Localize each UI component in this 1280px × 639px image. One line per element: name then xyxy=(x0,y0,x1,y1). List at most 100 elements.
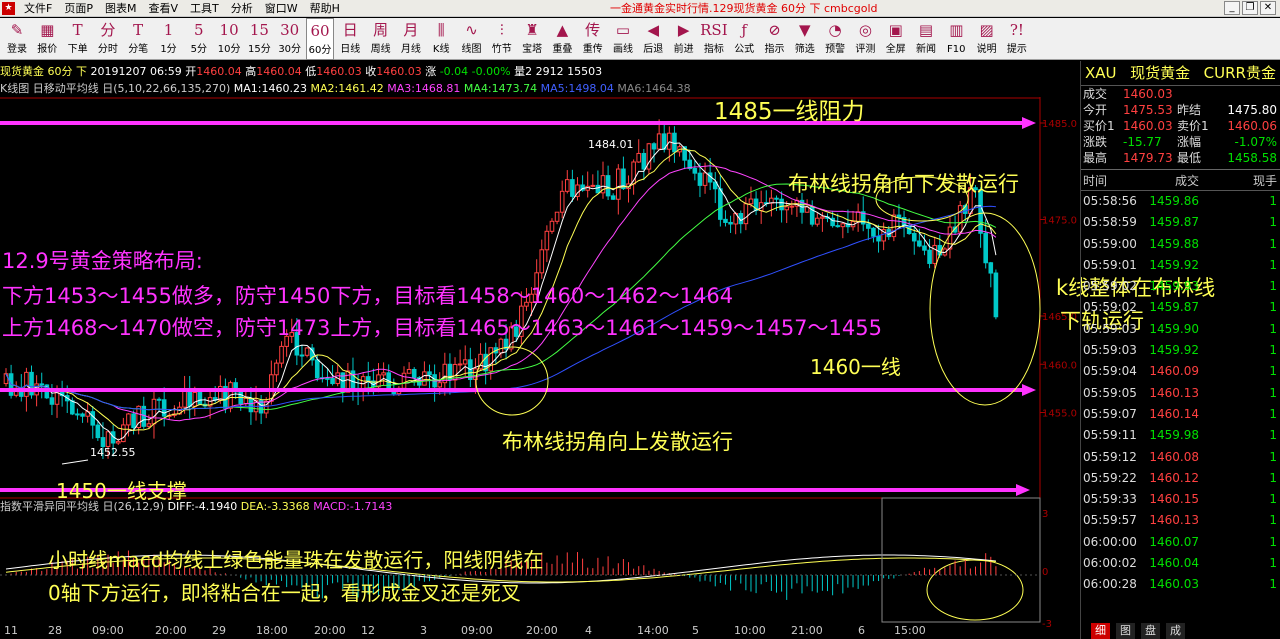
resistance-annotation: 1485一线阻力 xyxy=(714,99,865,125)
candle-body xyxy=(549,220,555,232)
candle-body xyxy=(304,347,310,356)
quote-cell: 今开 xyxy=(1083,103,1108,117)
candle-body xyxy=(636,152,642,163)
trade-list[interactable]: 05:58:56 1459.86 1 05:58:59 1459.87 1 05:59:00… xyxy=(1081,191,1280,596)
trade-row: 05:58:56 1459.86 1 xyxy=(1081,191,1280,212)
candle-body xyxy=(988,262,994,274)
ma6-value: MA6:1464.38 xyxy=(617,82,691,95)
menu-item-7[interactable]: 帮助H xyxy=(310,1,340,16)
x-tick-label: 10:00 xyxy=(734,624,766,637)
x-tick-label: 15:00 xyxy=(894,624,926,637)
trade-cell: 1459.93 xyxy=(1149,279,1199,294)
toolbar-button-9[interactable]: 30 30分 xyxy=(276,18,304,60)
x-tick-label: 6 xyxy=(858,624,865,637)
trade-cell: 1459.88 xyxy=(1149,236,1199,251)
app-window: ★ 文件F 页面P 图表M 查看V 工具T 分析 窗口W 帮助H 一金通黄金实时行情.129现… xyxy=(0,0,1280,639)
toolbar-icon-12: 周 xyxy=(373,21,389,39)
close-icon[interactable]: ✕ xyxy=(1260,1,1276,15)
status-volume: 2 xyxy=(525,65,533,78)
candle-body xyxy=(146,423,152,427)
restore-icon[interactable]: ❐ xyxy=(1242,1,1258,15)
candle-body xyxy=(411,368,417,379)
candle-body xyxy=(115,441,121,444)
trade-cell: 05:59:00 xyxy=(1083,236,1137,251)
trade-row: 05:59:03 1459.90 1 xyxy=(1081,319,1280,340)
quote-cell: 1479.73 xyxy=(1123,151,1173,165)
trade-row: 05:59:01 1459.92 1 xyxy=(1081,255,1280,276)
candle-body xyxy=(957,205,963,233)
menu-item-2[interactable]: 图表M xyxy=(105,1,137,16)
candle-body xyxy=(462,359,468,365)
menu-item-3[interactable]: 查看V xyxy=(148,1,178,16)
macd-value: MACD:-1.7143 xyxy=(313,500,393,513)
app-icon[interactable]: ★ xyxy=(2,2,15,15)
toolbar-icon-15: ∿ xyxy=(465,21,478,39)
sidebar-tab-1[interactable]: 图 xyxy=(1116,623,1135,639)
trade-cell: 1 xyxy=(1269,279,1277,294)
candle-body xyxy=(855,211,861,223)
candle-body xyxy=(274,362,279,376)
toolbar-icon-29: ▣ xyxy=(888,21,903,39)
toolbar-icon-2: T xyxy=(72,21,83,39)
quote-cell xyxy=(1177,86,1219,102)
quote-row: 今开 1475.53 昨结 1475.80 xyxy=(1081,102,1280,118)
menu-item-1[interactable]: 页面P xyxy=(64,1,93,16)
trade-row: 05:59:11 1459.98 1 xyxy=(1081,425,1280,446)
trade-cell: 1460.03 xyxy=(1149,577,1199,592)
candle-body xyxy=(70,400,75,415)
symbol-code: XAU xyxy=(1085,64,1117,82)
candle-body xyxy=(381,372,386,376)
sidebar-tab-3[interactable]: 成 xyxy=(1166,623,1185,639)
quote-cell: 1475.80 xyxy=(1227,103,1277,117)
sidebar-tab-0[interactable]: 细 xyxy=(1091,623,1110,639)
quote-row: 成交 1460.03 xyxy=(1081,86,1280,102)
menu-item-0[interactable]: 文件F xyxy=(24,1,52,16)
trade-row: 05:59:33 1460.15 1 xyxy=(1081,489,1280,510)
candle-body xyxy=(891,214,897,238)
menu-item-6[interactable]: 窗口W xyxy=(265,1,298,16)
trade-row: 05:59:05 1460.13 1 xyxy=(1081,383,1280,404)
trade-cell: 1 xyxy=(1269,257,1277,272)
trade-cell: 1460.04 xyxy=(1149,556,1199,571)
trade-cell: 1460.15 xyxy=(1149,492,1199,507)
toolbar-icon-9: 30 xyxy=(280,21,300,39)
candle-body xyxy=(896,214,902,219)
quote-cell: 涨幅 xyxy=(1177,135,1202,149)
trade-row: 05:59:22 1460.12 1 xyxy=(1081,468,1280,489)
candle-body xyxy=(279,345,284,364)
quote-table: 成交 1460.03 今开 1475.53 昨结 1475.80 买价1 1460.03 卖价1… xyxy=(1081,86,1280,166)
trade-row: 06:00:02 1460.04 1 xyxy=(1081,553,1280,574)
candle-body xyxy=(906,225,912,235)
trade-row: 06:00:28 1460.03 1 xyxy=(1081,574,1280,595)
candle-body xyxy=(840,223,846,228)
window-controls: _ ❐ ✕ xyxy=(1224,1,1276,15)
toolbar-icon-20: ▭ xyxy=(615,21,631,39)
price-tick-label: 1460.0 xyxy=(1042,360,1077,371)
sidebar-tab-2[interactable]: 盘 xyxy=(1141,623,1160,639)
toolbar-icon-32: ▨ xyxy=(979,21,994,39)
trade-cell: 1 xyxy=(1269,406,1277,421)
ma5-value: MA5:1498.04 xyxy=(540,82,614,95)
candle-body xyxy=(314,359,320,379)
toolbar-icon-16: ⫶ xyxy=(499,21,504,39)
trade-cell: 1459.87 xyxy=(1149,215,1199,230)
x-tick-label: 3 xyxy=(420,624,427,637)
bollinger-up-annotation: 布林线拐角向上发散运行 xyxy=(502,430,733,454)
candle-body xyxy=(616,168,621,200)
candle-body xyxy=(192,392,198,407)
candle-body xyxy=(590,184,596,187)
menu-bar: 文件F 页面P 图表M 查看V 工具T 分析 窗口W 帮助H xyxy=(24,1,340,16)
trade-row: 05:59:02 1459.93 1 xyxy=(1081,276,1280,297)
candle-body xyxy=(437,382,443,388)
toolbar-icon-7: 10 xyxy=(219,21,239,39)
trade-cell: 1459.92 xyxy=(1149,257,1199,272)
trade-cell: 1460.14 xyxy=(1149,406,1199,421)
candle-body xyxy=(365,376,371,382)
candle-body xyxy=(728,221,733,225)
minimize-icon[interactable]: _ xyxy=(1224,1,1240,15)
toolbar-icon-22: ▶ xyxy=(677,21,690,39)
menu-item-5[interactable]: 分析 xyxy=(231,1,253,16)
toolbar-button-33[interactable]: ?! 提示 xyxy=(1003,18,1031,60)
bollinger-up-ellipse xyxy=(475,346,549,416)
menu-item-4[interactable]: 工具T xyxy=(190,1,219,16)
